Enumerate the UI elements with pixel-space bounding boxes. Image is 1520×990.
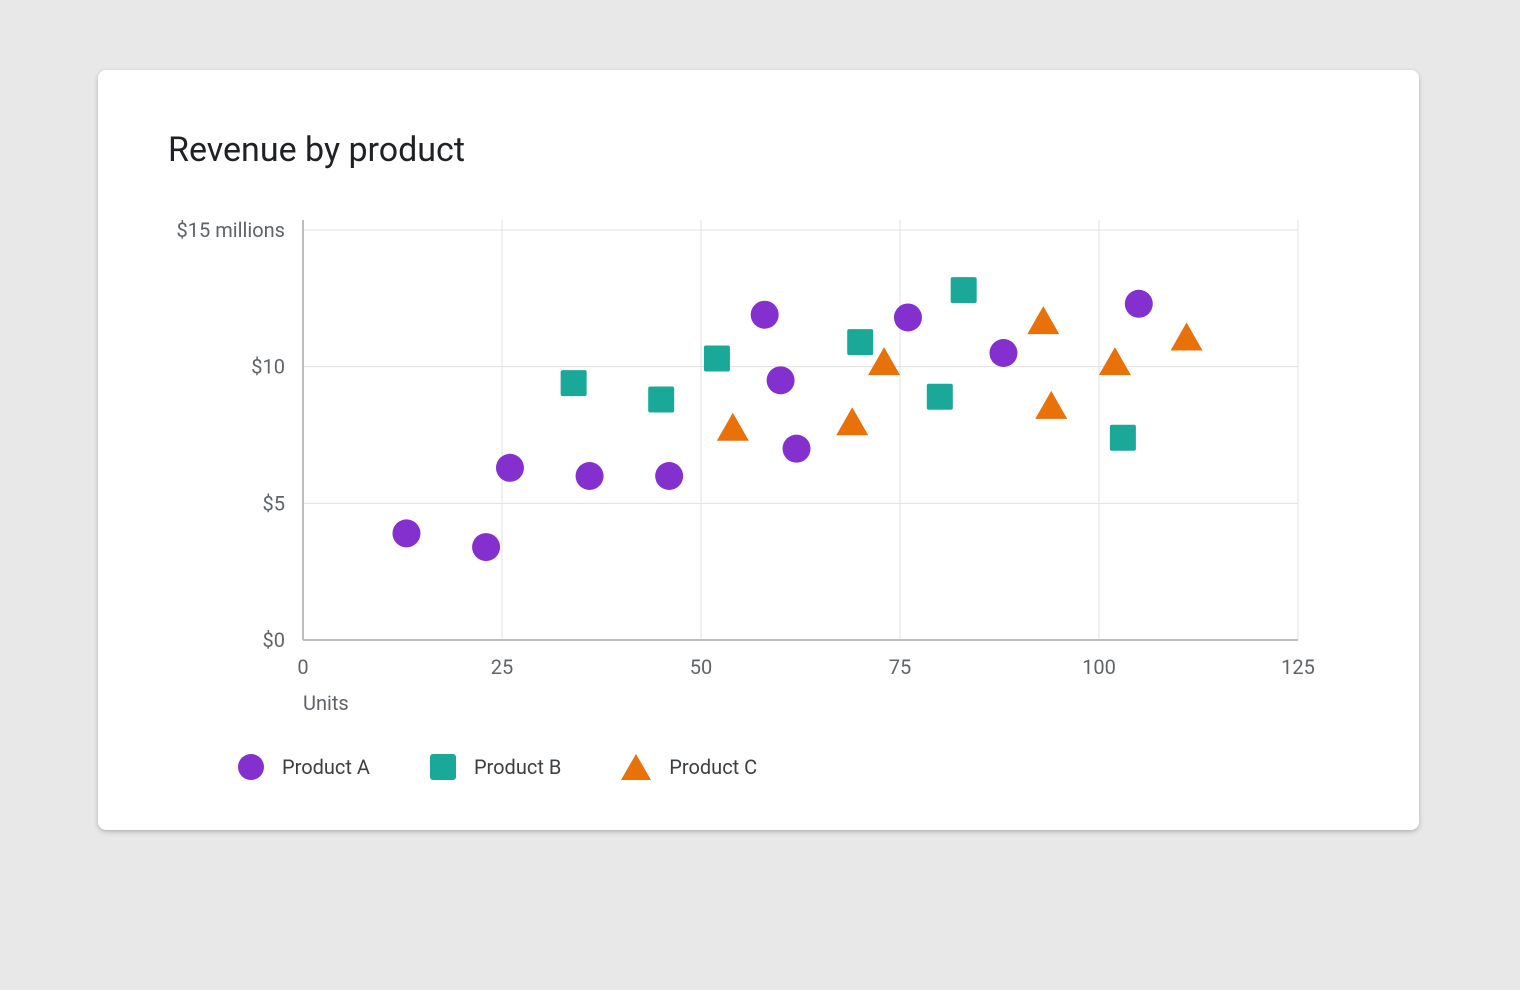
svg-text:50: 50 bbox=[690, 655, 712, 679]
data-point bbox=[496, 454, 524, 482]
scatter-chart-svg: $0 $5 $10 $15 millions 0 25 50 75 100 125 Units bbox=[168, 200, 1348, 760]
data-point bbox=[847, 329, 873, 355]
chart-legend: Product A Product B Product C bbox=[238, 754, 757, 780]
svg-text:0: 0 bbox=[297, 655, 308, 679]
data-point bbox=[1110, 425, 1136, 451]
data-point bbox=[655, 462, 683, 490]
data-point bbox=[561, 370, 587, 396]
chart-card: Revenue by product $0 $5 $10 $15 millions 0 2… bbox=[98, 70, 1419, 830]
square-icon bbox=[430, 754, 456, 780]
data-point bbox=[472, 533, 500, 561]
svg-text:125: 125 bbox=[1281, 655, 1315, 679]
svg-text:$0: $0 bbox=[263, 628, 285, 652]
data-point bbox=[894, 303, 922, 331]
data-point bbox=[1027, 306, 1059, 334]
data-point bbox=[989, 339, 1017, 367]
data-point bbox=[751, 301, 779, 329]
legend-item-product-b: Product B bbox=[430, 754, 561, 780]
data-point bbox=[951, 277, 977, 303]
legend-item-product-c: Product C bbox=[621, 754, 757, 780]
svg-text:$10: $10 bbox=[251, 355, 285, 379]
data-point bbox=[717, 413, 749, 441]
legend-item-product-a: Product A bbox=[238, 754, 370, 780]
legend-label-a: Product A bbox=[282, 755, 370, 779]
data-point bbox=[576, 462, 604, 490]
data-point bbox=[392, 519, 420, 547]
data-point bbox=[783, 435, 811, 463]
svg-text:Units: Units bbox=[303, 691, 349, 715]
data-point bbox=[648, 386, 674, 412]
data-point bbox=[1171, 323, 1203, 351]
circle-icon bbox=[238, 754, 264, 780]
chart-area: $0 $5 $10 $15 millions 0 25 50 75 100 125 Units bbox=[168, 200, 1348, 760]
svg-text:25: 25 bbox=[491, 655, 513, 679]
svg-text:$5: $5 bbox=[263, 491, 285, 515]
triangle-icon bbox=[621, 754, 651, 780]
data-point bbox=[1035, 391, 1067, 419]
svg-text:75: 75 bbox=[889, 655, 911, 679]
svg-text:100: 100 bbox=[1082, 655, 1116, 679]
data-point bbox=[836, 407, 868, 435]
data-point bbox=[704, 345, 730, 371]
legend-label-c: Product C bbox=[669, 755, 757, 779]
data-point bbox=[767, 366, 795, 394]
data-point bbox=[927, 384, 953, 410]
chart-title: Revenue by product bbox=[168, 130, 465, 170]
data-point bbox=[1099, 347, 1131, 375]
legend-label-b: Product B bbox=[474, 755, 561, 779]
data-point bbox=[1125, 290, 1153, 318]
svg-text:$15 millions: $15 millions bbox=[177, 218, 285, 242]
